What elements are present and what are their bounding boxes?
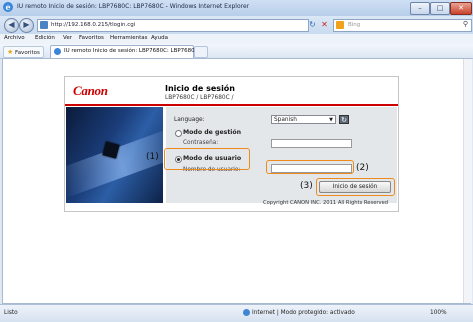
language-value: Spanish bbox=[274, 117, 297, 123]
copyright-text: Copyright CANON INC. 2011 All Rights Res… bbox=[263, 200, 389, 206]
address-row: ◀ ▶ http://192.168.0.215/tlogin.cgi ↻ ✕ … bbox=[0, 16, 473, 34]
callout-3-highlight bbox=[316, 178, 395, 196]
search-icon[interactable]: ⚲ bbox=[463, 20, 468, 28]
globe-icon bbox=[243, 309, 250, 316]
status-bar: Listo Internet | Modo protegido: activad… bbox=[0, 304, 473, 322]
mgmt-mode-label: Modo de gestión bbox=[183, 129, 242, 136]
menu-ver[interactable]: Ver bbox=[63, 35, 72, 41]
menu-favoritos[interactable]: Favoritos bbox=[79, 35, 104, 41]
menu-herramientas[interactable]: Herramientas bbox=[110, 35, 147, 41]
address-url: http://192.168.0.215/tlogin.cgi bbox=[51, 22, 136, 28]
callout-1-label: (1) bbox=[146, 152, 159, 162]
refresh-button[interactable]: ↻ bbox=[307, 19, 318, 30]
back-arrow-icon: ◀ bbox=[8, 20, 15, 29]
callout-3-label: (3) bbox=[300, 181, 313, 191]
star-icon: ★ bbox=[7, 48, 14, 56]
forward-button[interactable]: ▶ bbox=[19, 18, 34, 33]
favorites-button[interactable]: ★ Favoritos bbox=[3, 46, 44, 58]
menu-edicion[interactable]: Edición bbox=[35, 35, 55, 41]
minimize-button[interactable]: – bbox=[410, 2, 430, 15]
zoom-level[interactable]: 100% bbox=[430, 310, 447, 316]
status-text: Listo bbox=[4, 310, 18, 316]
page-icon bbox=[40, 21, 48, 29]
refresh-icon: ↻ bbox=[309, 20, 316, 29]
stop-icon: ✕ bbox=[321, 20, 328, 29]
mgmt-mode-radio[interactable] bbox=[175, 130, 182, 137]
light-streak bbox=[66, 125, 163, 199]
favorites-bar: ★ Favoritos IU remoto Inicio de sesión: … bbox=[0, 44, 473, 59]
forward-arrow-icon: ▶ bbox=[23, 20, 30, 29]
language-label: Language: bbox=[174, 117, 205, 123]
refresh-icon: ↻ bbox=[341, 116, 347, 124]
security-zone: Internet | Modo protegido: activado bbox=[252, 310, 355, 316]
password-field[interactable] bbox=[271, 139, 352, 148]
password-label: Contraseña: bbox=[183, 140, 219, 146]
tab-label: IU remoto Inicio de sesión: LBP7680C: LB… bbox=[64, 48, 199, 54]
callout-1-highlight bbox=[164, 148, 250, 170]
callout-2-label: (2) bbox=[356, 163, 369, 173]
bing-icon bbox=[336, 21, 344, 29]
language-select[interactable]: Spanish ▼ bbox=[271, 115, 336, 124]
page-title: Inicio de sesión bbox=[165, 84, 235, 93]
close-button[interactable]: ✕ bbox=[450, 2, 472, 15]
header-divider bbox=[65, 104, 398, 106]
chevron-down-icon: ▼ bbox=[329, 117, 333, 123]
window-title: IU remoto Inicio de sesión: LBP7680C: LB… bbox=[17, 3, 250, 10]
maximize-icon: □ bbox=[436, 4, 444, 12]
callout-2-highlight bbox=[266, 160, 354, 174]
address-input[interactable]: http://192.168.0.215/tlogin.cgi bbox=[37, 19, 309, 32]
maximize-button[interactable]: □ bbox=[430, 2, 450, 15]
stop-button[interactable]: ✕ bbox=[319, 19, 330, 30]
title-bar: e IU remoto Inicio de sesión: LBP7680C: … bbox=[0, 0, 473, 17]
vertical-scrollbar[interactable] bbox=[463, 59, 472, 303]
device-model: LBP7680C / LBP7680C / bbox=[165, 95, 234, 101]
search-input[interactable]: Bing ⚲ bbox=[333, 19, 472, 32]
new-tab-button[interactable] bbox=[194, 46, 208, 58]
minimize-icon: – bbox=[418, 4, 422, 12]
canon-logo: Canon bbox=[73, 83, 108, 98]
favorites-label: Favoritos bbox=[15, 50, 40, 56]
back-button[interactable]: ◀ bbox=[4, 18, 19, 33]
tab-active[interactable]: IU remoto Inicio de sesión: LBP7680C: LB… bbox=[50, 45, 199, 58]
menu-archivo[interactable]: Archivo bbox=[4, 35, 25, 41]
close-icon: ✕ bbox=[458, 4, 464, 12]
ie-logo-icon: e bbox=[3, 2, 13, 12]
language-apply-button[interactable]: ↻ bbox=[339, 115, 349, 124]
page-icon bbox=[54, 48, 61, 55]
menu-ayuda[interactable]: Ayuda bbox=[151, 35, 168, 41]
search-placeholder: Bing bbox=[348, 22, 361, 28]
